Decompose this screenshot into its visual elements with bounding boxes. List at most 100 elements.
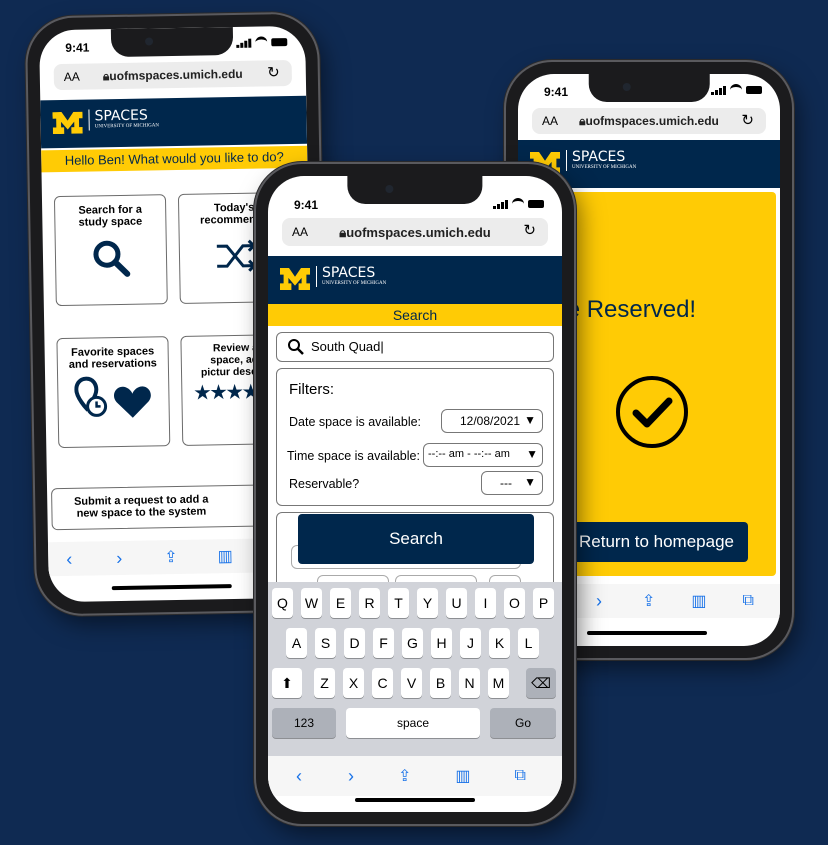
back-icon[interactable]: ‹	[296, 766, 302, 787]
home-indicator	[587, 631, 707, 635]
share-icon[interactable]: ⇪	[164, 547, 178, 567]
key-y[interactable]: Y	[417, 588, 438, 618]
share-icon[interactable]: ⇪	[398, 766, 411, 786]
time-select[interactable]: --:-- am - --:-- am ▼	[423, 443, 543, 467]
brand-header: SPACES UNIVERSITY OF MICHIGAN	[268, 256, 562, 304]
key-v[interactable]: V	[401, 668, 422, 698]
battery-icon	[271, 38, 288, 47]
key-t[interactable]: T	[388, 588, 409, 618]
brand-subtitle: UNIVERSITY OF MICHIGAN	[94, 123, 160, 130]
key-p[interactable]: P	[533, 588, 554, 618]
tabs-icon[interactable]: ⧉	[515, 767, 526, 785]
signal-icon	[236, 38, 252, 48]
battery-icon	[746, 86, 762, 94]
battery-icon	[528, 200, 544, 208]
heart-icon	[113, 386, 151, 418]
key-q[interactable]: Q	[272, 588, 293, 618]
key-j[interactable]: J	[460, 628, 481, 658]
key-k[interactable]: K	[489, 628, 510, 658]
forward-icon[interactable]: ›	[596, 591, 602, 612]
search-button[interactable]: Search	[298, 514, 534, 564]
middle-phone-screen: 9:41 AA 🔒︎uofmspaces.umich.edu ↻ SPACES U…	[268, 176, 562, 812]
bookmarks-icon[interactable]: ▥	[455, 766, 470, 786]
michigan-logo	[52, 112, 82, 135]
key-x[interactable]: X	[343, 668, 364, 698]
favorites-card[interactable]: Favorite spaces and reservations	[56, 336, 171, 449]
bookmarks-icon[interactable]: ▥	[691, 591, 706, 611]
url-text: uofmspaces.umich.edu	[346, 225, 491, 240]
key-l[interactable]: L	[518, 628, 539, 658]
tabs-icon[interactable]: ⧉	[743, 592, 754, 610]
safari-toolbar: ‹ › ⇪ ▥ ⧉	[268, 756, 562, 796]
brand-name: SPACES	[322, 265, 376, 281]
bookmarks-icon[interactable]: ▥	[217, 546, 233, 566]
go-key[interactable]: Go	[490, 708, 556, 738]
search-icon	[288, 339, 304, 355]
key-s[interactable]: S	[315, 628, 336, 658]
signal-icon	[493, 199, 508, 209]
key-c[interactable]: C	[372, 668, 393, 698]
address-bar[interactable]: AA 🔒︎uofmspaces.umich.edu ↻	[282, 218, 548, 246]
location-clock-icon	[74, 376, 108, 417]
url-text: uofmspaces.umich.edu	[585, 114, 719, 128]
key-f[interactable]: F	[373, 628, 394, 658]
brand-name: SPACES	[94, 107, 148, 125]
notch	[347, 176, 483, 204]
forward-icon[interactable]: ›	[348, 766, 354, 787]
key-m[interactable]: M	[488, 668, 509, 698]
key-e[interactable]: E	[330, 588, 351, 618]
chevron-down-icon: ▼	[524, 475, 536, 489]
michigan-logo	[280, 268, 310, 290]
key-z[interactable]: Z	[314, 668, 335, 698]
key-b[interactable]: B	[430, 668, 451, 698]
key-i[interactable]: I	[475, 588, 496, 618]
brand-header: SPACES UNIVERSITY OF MICHIGAN	[40, 95, 308, 149]
key-n[interactable]: N	[459, 668, 480, 698]
forward-icon[interactable]: ›	[116, 547, 122, 568]
wifi-icon	[730, 84, 742, 96]
reservable-select[interactable]: --- ▼	[481, 471, 543, 495]
chevron-down-icon: ▼	[526, 447, 538, 461]
greeting-banner: Hello Ben! What would you like to do?	[41, 145, 308, 173]
search-input[interactable]: South Quad|	[276, 332, 554, 362]
middle-phone: 9:41 AA 🔒︎uofmspaces.umich.edu ↻ SPACES U…	[256, 164, 574, 824]
share-icon[interactable]: ⇪	[642, 591, 655, 611]
submit-request-label: Submit a request to add a new space to t…	[73, 493, 209, 520]
brand-subtitle: UNIVERSITY OF MICHIGAN	[572, 165, 637, 170]
notch	[588, 74, 710, 102]
search-input-value: South Quad|	[311, 339, 384, 354]
reload-icon[interactable]: ↻	[741, 111, 754, 129]
search-card-label: Search for a study space	[78, 203, 143, 229]
search-icon	[93, 240, 131, 277]
notch	[110, 26, 234, 58]
wifi-icon	[255, 36, 268, 49]
key-g[interactable]: G	[402, 628, 423, 658]
key-h[interactable]: H	[431, 628, 452, 658]
back-icon[interactable]: ‹	[66, 548, 72, 569]
search-card[interactable]: Search for a study space	[53, 194, 168, 307]
status-time: 9:41	[65, 40, 90, 55]
address-bar[interactable]: AA 🔒︎uofmspaces.umich.edu ↻	[53, 59, 293, 91]
reload-icon[interactable]: ↻	[523, 221, 536, 239]
chevron-down-icon: ▼	[524, 413, 536, 427]
status-time: 9:41	[544, 85, 569, 99]
reload-icon[interactable]: ↻	[267, 63, 280, 81]
signal-icon	[711, 85, 726, 95]
numbers-key[interactable]: 123	[272, 708, 336, 738]
home-indicator	[111, 584, 232, 591]
key-u[interactable]: U	[446, 588, 467, 618]
keyboard: QWERTYUIOP ASDFGHJKL ZXCVBNM ⬆ ⌫ 123 spa…	[268, 582, 562, 756]
key-r[interactable]: R	[359, 588, 380, 618]
status-time: 9:41	[294, 198, 319, 212]
key-d[interactable]: D	[344, 628, 365, 658]
date-value: 12/08/2021	[460, 414, 521, 428]
key-o[interactable]: O	[504, 588, 525, 618]
date-select[interactable]: 12/08/2021 ▼	[441, 409, 543, 433]
time-label: Time space is available:	[287, 449, 420, 463]
key-w[interactable]: W	[301, 588, 322, 618]
space-key[interactable]: space	[346, 708, 480, 738]
key-a[interactable]: A	[286, 628, 307, 658]
address-bar[interactable]: AA 🔒︎uofmspaces.umich.edu ↻	[532, 108, 766, 134]
delete-key[interactable]: ⌫	[526, 668, 556, 698]
shift-key[interactable]: ⬆	[272, 668, 302, 698]
